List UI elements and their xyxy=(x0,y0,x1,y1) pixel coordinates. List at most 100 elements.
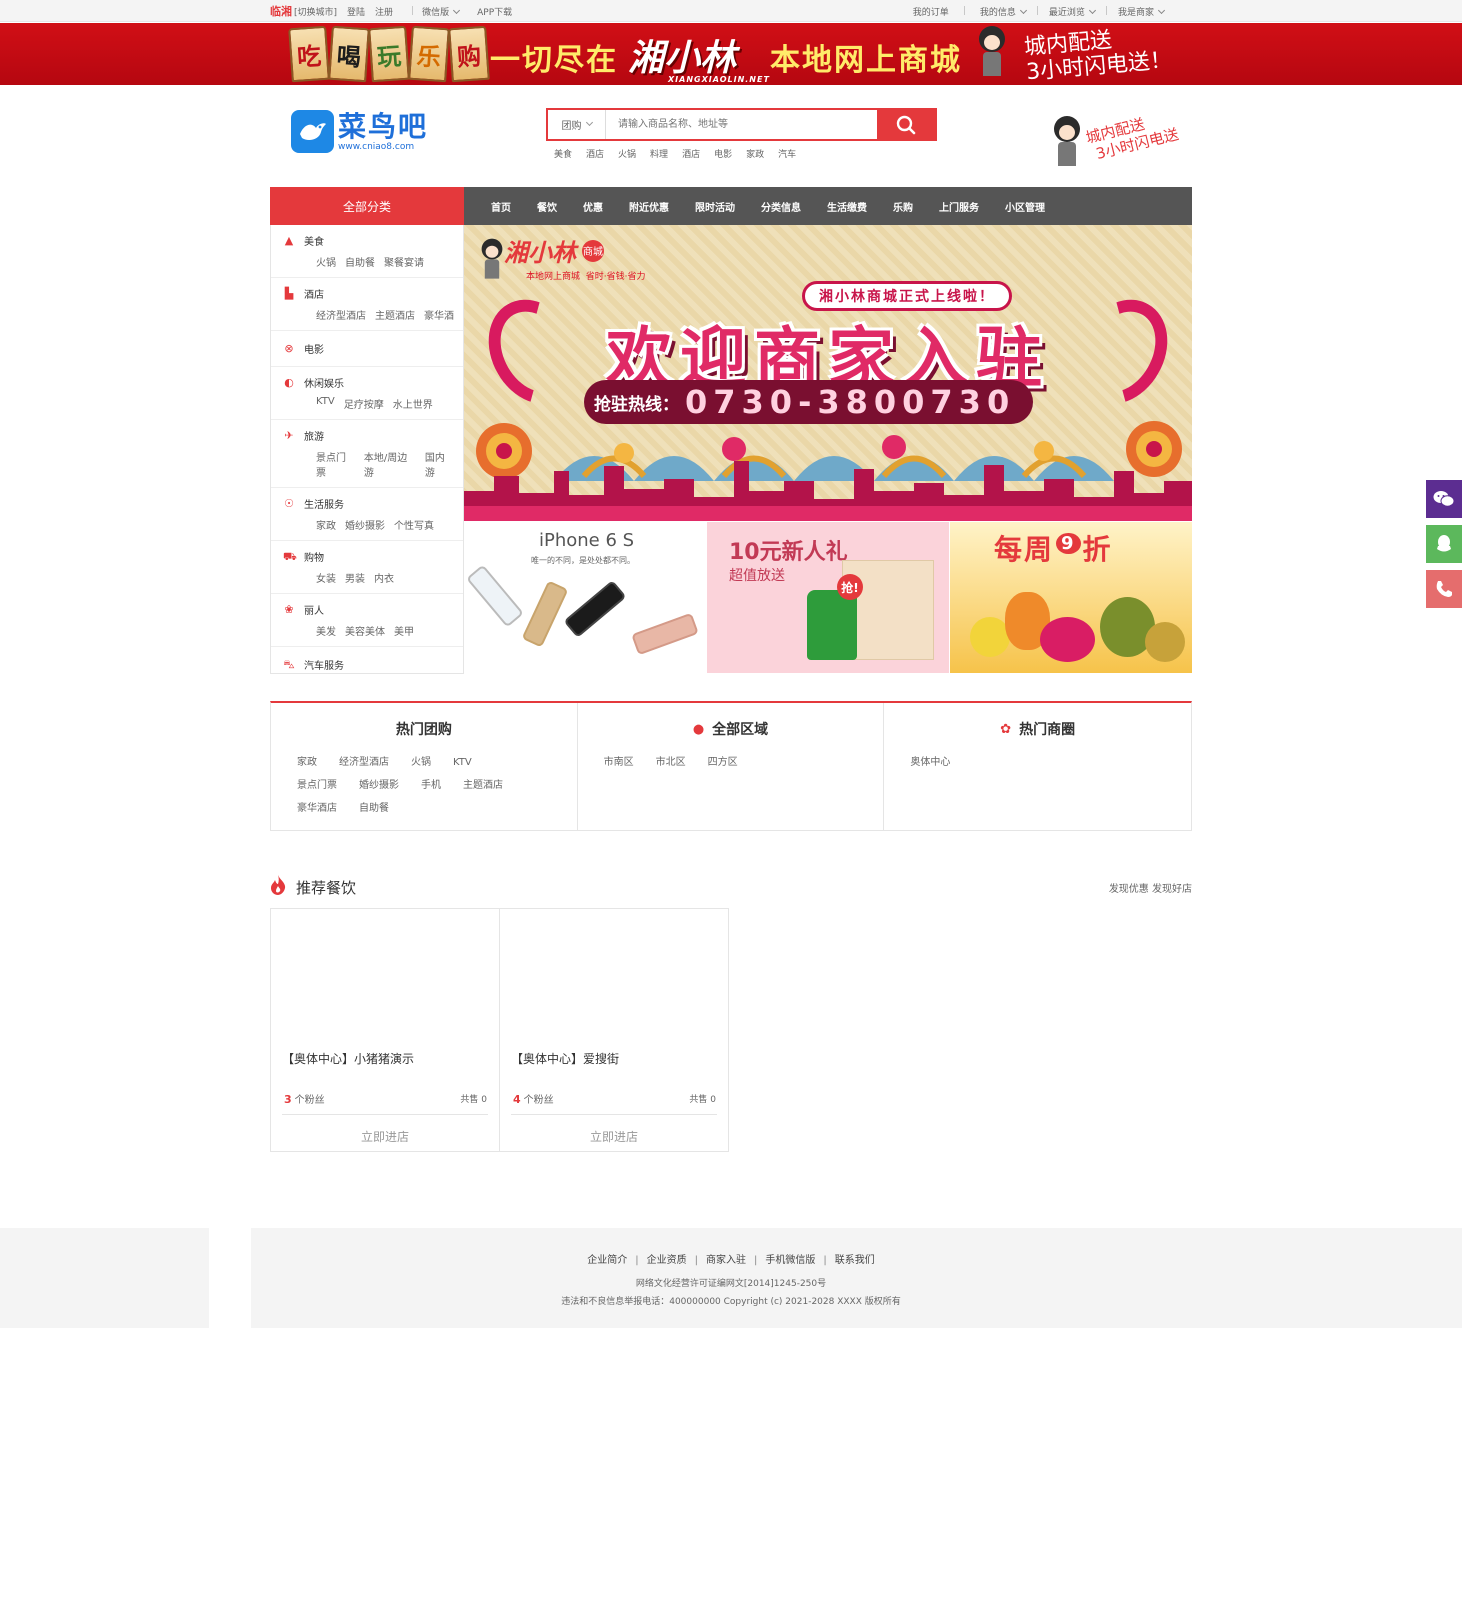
enter-shop-button[interactable]: 立即进店 xyxy=(500,1128,728,1145)
recent-browse-link[interactable]: 最近浏览 xyxy=(1049,5,1096,18)
nav-item-deals[interactable]: 优惠 xyxy=(570,199,616,214)
search-category-select[interactable]: 团购 xyxy=(548,110,606,139)
category-item-entertainment[interactable]: ◐ 休闲娱乐 KTV 足疗按摩 水上世界 xyxy=(271,367,463,420)
category-item-food[interactable]: ▲ 美食 火锅 自助餐 聚餐宴请 xyxy=(271,225,463,278)
subcategory-link[interactable]: 景点门票 xyxy=(316,449,355,479)
wechat-version-link[interactable]: 微信版 xyxy=(422,5,461,18)
subcategory-link[interactable]: 家政 xyxy=(316,517,336,532)
wechat-float-button[interactable] xyxy=(1426,480,1462,518)
login-link[interactable]: 登陆 xyxy=(347,5,365,18)
category-item-beauty[interactable]: ❀ 丽人 美发 美容美体 美甲 xyxy=(271,594,463,647)
subcategory-link[interactable]: 主题酒店 xyxy=(375,307,415,322)
hot-keyword[interactable]: 汽车 xyxy=(778,147,796,160)
filter-link[interactable]: 经济型酒店 xyxy=(339,751,389,774)
subcategory-link[interactable]: 婚纱摄影 xyxy=(345,517,385,532)
filter-link[interactable]: 火锅 xyxy=(411,751,431,774)
subcategory-link[interactable]: 个性写真 xyxy=(394,517,434,532)
subcategory-link[interactable]: 内衣 xyxy=(374,570,394,585)
filter-link[interactable]: 奥体中心 xyxy=(910,751,950,774)
recommend-more-link[interactable]: 发现优惠 发现好店 xyxy=(1109,880,1192,895)
subcategory-link[interactable]: 国内游 xyxy=(425,449,454,479)
hot-keyword[interactable]: 酒店 xyxy=(682,147,700,160)
filter-link[interactable]: 主题酒店 xyxy=(463,774,503,797)
location-pin-icon: ● xyxy=(692,721,705,737)
footer-link[interactable]: 商家入驻 xyxy=(706,1255,746,1266)
site-logo[interactable]: 菜鸟吧 www.cniao8.com xyxy=(291,110,428,153)
subcategory-link[interactable]: 本地/周边游 xyxy=(364,449,416,479)
nav-item-home[interactable]: 首页 xyxy=(478,199,524,214)
subcategory-link[interactable]: 男装 xyxy=(345,570,365,585)
hot-keyword[interactable]: 酒店 xyxy=(586,147,604,160)
nav-item-community[interactable]: 小区管理 xyxy=(992,199,1058,214)
footer-link[interactable]: 企业资质 xyxy=(647,1255,687,1266)
search-button[interactable] xyxy=(877,110,935,139)
nav-item-limited[interactable]: 限时活动 xyxy=(682,199,748,214)
switch-city-link[interactable]: [切换城市] xyxy=(294,5,337,18)
subcategory-link[interactable]: 美发 xyxy=(316,623,336,638)
shop-card[interactable]: 【奥体中心】爱搜街 4 个粉丝 共售 0 立即进店 xyxy=(499,908,729,1152)
hot-keyword[interactable]: 美食 xyxy=(554,147,572,160)
register-link[interactable]: 注册 xyxy=(375,5,393,18)
nav-item-shopping[interactable]: 乐购 xyxy=(880,199,926,214)
promo-new-user-gift[interactable]: 10元新人礼 超值放送 抢! xyxy=(707,522,949,673)
enter-shop-button[interactable]: 立即进店 xyxy=(271,1128,499,1145)
top-ad-banner[interactable]: 吃 喝 玩 乐 购 一切尽在 湘小林 XIANGXIAOLIN.NET 本地网上商… xyxy=(0,23,1462,85)
shop-card[interactable]: 【奥体中心】小猪猪演示 3 个粉丝 共售 0 立即进店 xyxy=(270,908,500,1152)
subcategory-link[interactable]: 火锅 xyxy=(316,254,336,269)
category-item-film[interactable]: ⊗ 电影 xyxy=(271,331,463,367)
category-item-car[interactable]: ⛍ 汽车服务 xyxy=(271,647,463,680)
subcategory-link[interactable]: 美甲 xyxy=(394,623,414,638)
shop-title[interactable]: 【奥体中心】爱搜街 xyxy=(511,1050,619,1067)
footer-links: 企业简介 | 企业资质 | 商家入驻 | 手机微信版 | 联系我们 xyxy=(0,1251,1462,1266)
shop-title[interactable]: 【奥体中心】小猪猪演示 xyxy=(282,1050,414,1067)
subcategory-link[interactable]: 自助餐 xyxy=(345,254,375,269)
phone-float-button[interactable] xyxy=(1426,570,1462,608)
merchant-link[interactable]: 我是商家 xyxy=(1118,5,1166,18)
filter-link[interactable]: 自助餐 xyxy=(359,797,389,820)
promo-weekly-discount[interactable]: 每周 9 折 xyxy=(950,522,1192,673)
search-input[interactable] xyxy=(606,110,877,139)
subcategory-link[interactable]: 经济型酒店 xyxy=(316,307,366,322)
filter-link[interactable]: 豪华酒店 xyxy=(297,797,337,820)
filter-link[interactable]: 市北区 xyxy=(656,751,686,774)
subcategory-link[interactable]: KTV xyxy=(316,396,335,411)
all-categories-button[interactable]: 全部分类 xyxy=(270,187,464,225)
category-item-life-service[interactable]: ☉ 生活服务 家政 婚纱摄影 个性写真 xyxy=(271,488,463,541)
app-download-link[interactable]: APP下载 xyxy=(477,5,512,18)
footer-link[interactable]: 手机微信版 xyxy=(765,1255,815,1266)
my-orders-link[interactable]: 我的订单 xyxy=(913,5,949,18)
filter-link[interactable]: KTV xyxy=(453,751,472,774)
my-info-link[interactable]: 我的信息 xyxy=(980,5,1027,18)
promo-iphone[interactable]: iPhone 6 S 唯一的不同，是处处都不同。 xyxy=(464,522,706,673)
flame-icon xyxy=(270,875,286,900)
filter-link[interactable]: 景点门票 xyxy=(297,774,337,797)
hot-keyword[interactable]: 料理 xyxy=(650,147,668,160)
qq-icon xyxy=(1437,535,1451,552)
nav-item-dining[interactable]: 餐饮 xyxy=(524,199,570,214)
category-item-travel[interactable]: ✈ 旅游 景点门票 本地/周边游 国内游 xyxy=(271,420,463,488)
subcategory-link[interactable]: 豪华酒 xyxy=(424,307,454,322)
subcategory-link[interactable]: 水上世界 xyxy=(393,396,433,411)
filter-link[interactable]: 家政 xyxy=(297,751,317,774)
filter-link[interactable]: 四方区 xyxy=(708,751,738,774)
filter-link[interactable]: 市南区 xyxy=(604,751,634,774)
filter-link[interactable]: 手机 xyxy=(421,774,441,797)
nav-item-payments[interactable]: 生活缴费 xyxy=(814,199,880,214)
qq-float-button[interactable] xyxy=(1426,525,1462,563)
subcategory-link[interactable]: 足疗按摩 xyxy=(344,396,384,411)
subcategory-link[interactable]: 美容美体 xyxy=(345,623,385,638)
hot-keyword[interactable]: 家政 xyxy=(746,147,764,160)
nav-item-nearby[interactable]: 附近优惠 xyxy=(616,199,682,214)
subcategory-link[interactable]: 女装 xyxy=(316,570,336,585)
nav-item-home-service[interactable]: 上门服务 xyxy=(926,199,992,214)
footer-link[interactable]: 联系我们 xyxy=(835,1255,875,1266)
nav-item-classified[interactable]: 分类信息 xyxy=(748,199,814,214)
hot-keyword[interactable]: 电影 xyxy=(714,147,732,160)
hot-keyword[interactable]: 火锅 xyxy=(618,147,636,160)
subcategory-link[interactable]: 聚餐宴请 xyxy=(384,254,424,269)
category-item-hotel[interactable]: ▙ 酒店 经济型酒店 主题酒店 豪华酒 xyxy=(271,278,463,331)
filter-link[interactable]: 婚纱摄影 xyxy=(359,774,399,797)
category-item-shopping[interactable]: ⛟ 购物 女装 男装 内衣 xyxy=(271,541,463,594)
hero-banner[interactable]: 湘小林 商城 本地网上商城 省时·省钱·省力 湘小林商城正式上线啦！ 欢迎商家入… xyxy=(464,225,1192,521)
footer-link[interactable]: 企业简介 xyxy=(587,1255,627,1266)
